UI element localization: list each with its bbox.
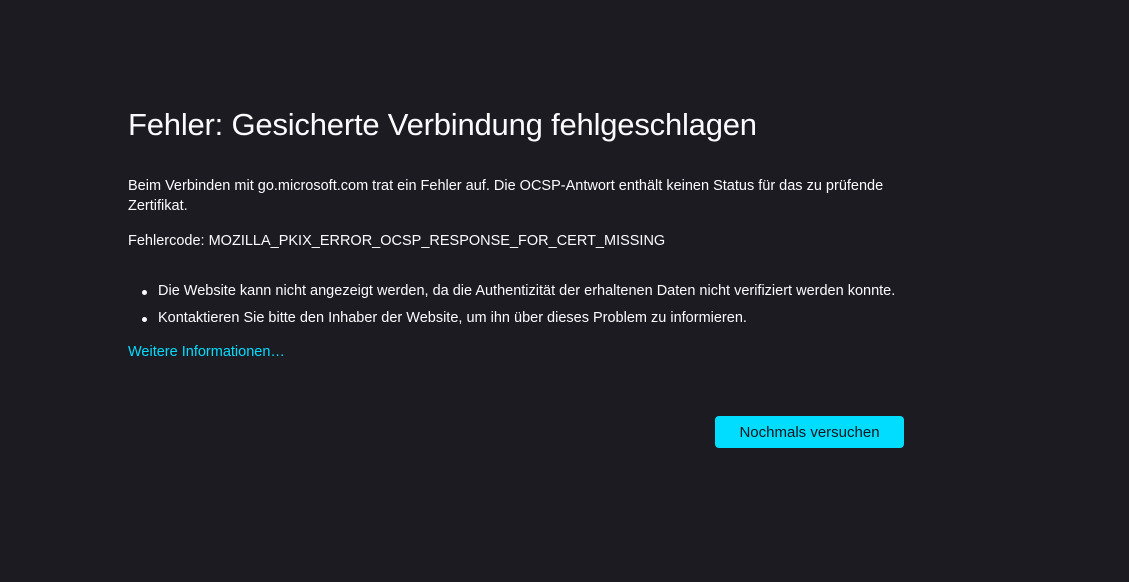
error-reason-text: Die Website kann nicht angezeigt werden,… <box>158 283 896 299</box>
error-short-description: Beim Verbinden mit go.microsoft.com trat… <box>128 178 884 214</box>
error-title: Fehler: Gesicherte Verbindung fehlgeschl… <box>128 107 757 142</box>
bullet-icon <box>142 290 147 295</box>
error-code: Fehlercode: MOZILLA_PKIX_ERROR_OCSP_RESP… <box>128 233 666 249</box>
error-page-container: Fehler: Gesicherte Verbindung fehlgeschl… <box>128 104 904 362</box>
learn-more-link[interactable]: Weitere Informationen… <box>128 342 285 362</box>
bullet-icon <box>142 317 147 322</box>
error-reason-text: Kontaktieren Sie bitte den Inhaber der W… <box>158 310 747 326</box>
error-reasons-list: Die Website kann nicht angezeigt werden,… <box>128 281 904 328</box>
try-again-button[interactable]: Nochmals versuchen <box>715 416 904 448</box>
error-reason-item: Kontaktieren Sie bitte den Inhaber der W… <box>142 308 904 328</box>
error-reason-item: Die Website kann nicht angezeigt werden,… <box>142 281 904 301</box>
button-row: Nochmals versuchen <box>715 416 904 448</box>
